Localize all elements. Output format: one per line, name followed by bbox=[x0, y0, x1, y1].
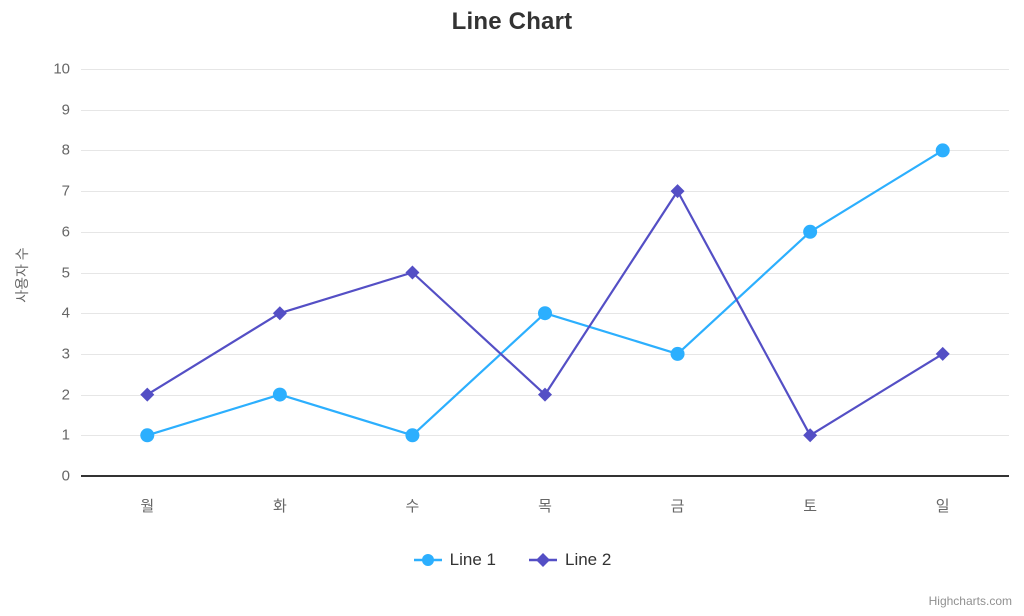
data-point-diamond[interactable] bbox=[670, 184, 685, 199]
data-point-circle[interactable] bbox=[538, 306, 552, 321]
data-point-circle[interactable] bbox=[272, 387, 287, 402]
legend-marker-diamond-icon bbox=[529, 553, 557, 567]
data-point-diamond[interactable] bbox=[272, 306, 287, 321]
data-point-diamond[interactable] bbox=[935, 346, 950, 361]
legend-marker-circle-icon bbox=[413, 554, 442, 566]
highcharts-credits[interactable]: Highcharts.com bbox=[929, 594, 1012, 608]
data-point-circle[interactable] bbox=[935, 143, 950, 158]
legend-label-series-1: Line 1 bbox=[449, 550, 496, 569]
chart-legend: Line 1 Line 2 bbox=[0, 550, 1024, 570]
data-point-circle[interactable] bbox=[140, 428, 155, 443]
data-point-diamond[interactable] bbox=[803, 428, 818, 443]
series-layer bbox=[140, 143, 950, 443]
data-point-circle[interactable] bbox=[803, 224, 818, 239]
line-chart-container: Line Chart 사용자 수 0 1 2 3 4 5 6 7 8 9 10 월화수목금토일 Li… bbox=[0, 0, 1024, 616]
legend-label-series-2: Line 2 bbox=[565, 550, 612, 569]
data-point-circle[interactable] bbox=[670, 346, 685, 361]
legend-item-series-2[interactable]: Line 2 bbox=[528, 550, 611, 570]
legend-item-series-1[interactable]: Line 1 bbox=[413, 550, 496, 570]
data-point-diamond[interactable] bbox=[140, 387, 155, 402]
data-point-circle[interactable] bbox=[405, 428, 420, 443]
